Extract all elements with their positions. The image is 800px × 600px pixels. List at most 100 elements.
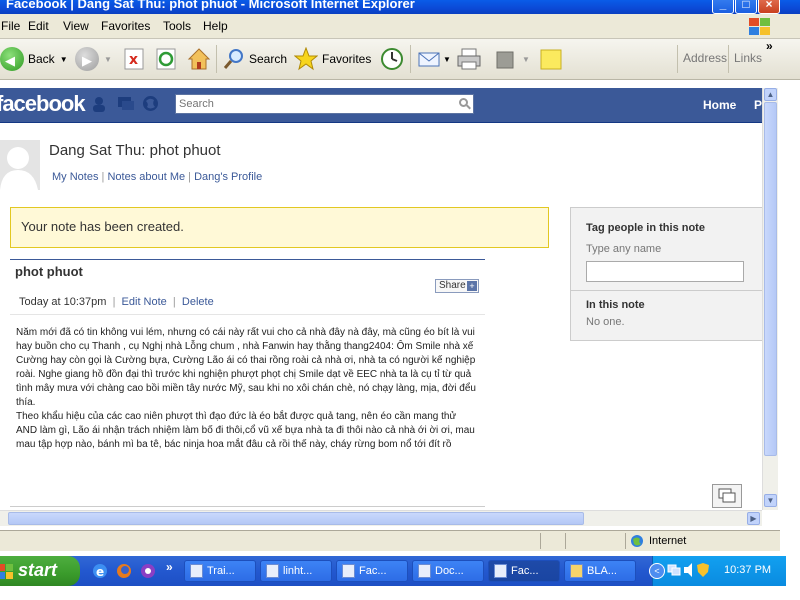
start-button[interactable]: start [0,556,80,586]
my-notes-link[interactable]: My Notes [52,171,98,183]
plus-icon: + [467,281,477,291]
ie-quicklaunch-icon[interactable]: e [92,563,108,579]
refresh-button[interactable] [155,45,177,73]
taskbar-item[interactable]: Doc... [412,560,484,582]
tray-expand-icon[interactable]: < [649,563,665,579]
search-input[interactable] [179,96,449,112]
menu-view[interactable]: View [63,19,89,33]
globe-icon [631,535,643,547]
messages-icon[interactable] [117,96,135,112]
taskbar-item[interactable]: Trai... [184,560,256,582]
menu-file[interactable]: File [1,19,20,33]
note-paragraph: Năm mới đã có tin không vui lém, nhưng c… [16,327,476,408]
share-button[interactable]: Share + [435,279,479,293]
search-button[interactable]: Search [222,45,287,73]
menu-help[interactable]: Help [203,19,228,33]
stop-button[interactable]: x [123,45,145,73]
facebook-logo[interactable]: facebook [0,91,86,117]
window-title-bar[interactable]: Facebook | Dang Sat Thu: phot phuot - Mi… [0,0,800,14]
scroll-right-button[interactable]: ▶ [747,512,760,525]
taskbar-item[interactable]: linht... [260,560,332,582]
media-quicklaunch-icon[interactable] [140,563,156,579]
friend-requests-icon[interactable] [92,96,106,112]
windows-logo-icon [749,18,770,35]
search-icon[interactable] [459,98,468,107]
close-window-button[interactable]: × [758,0,780,14]
divider [10,506,485,507]
toolbar-overflow-icon[interactable]: » [766,39,773,53]
taskbar-item[interactable]: BLA... [564,560,636,582]
shield-icon[interactable] [697,563,709,577]
chat-bubble-icon [718,488,736,503]
notes-nav: My Notes | Notes about Me | Dang's Profi… [52,171,263,183]
address-label[interactable]: Address [683,51,727,65]
magnifier-icon [223,49,243,69]
page-title: Dang Sat Thu: phot phuot [49,142,221,159]
mail-button[interactable]: ▼ [417,45,451,73]
delete-note-link[interactable]: Delete [182,296,214,308]
favorites-button[interactable]: Favorites [294,45,371,73]
menu-favorites[interactable]: Favorites [101,19,150,33]
volume-icon[interactable] [684,563,694,577]
success-notice: Your note has been created. [10,207,549,248]
toolbar-separator [728,45,729,73]
word-doc-icon [266,564,279,578]
default-avatar-icon [0,147,38,190]
scroll-down-button[interactable]: ▼ [764,494,777,507]
star-icon [294,47,318,71]
window-title: Facebook | Dang Sat Thu: phot phuot - Mi… [6,0,415,11]
avatar[interactable] [0,140,40,190]
quicklaunch-overflow-icon[interactable]: » [166,560,173,574]
status-divider [625,533,626,549]
chat-button[interactable] [712,484,742,508]
in-note-value: No one. [586,316,625,328]
notes-about-me-link[interactable]: Notes about Me [107,171,185,183]
search-box [175,94,474,114]
divider [10,314,485,315]
minimize-button[interactable]: _ [712,0,734,14]
chevron-down-icon: ▼ [443,54,451,64]
note-body: Năm mới đã có tin không vui lém, nhưng c… [16,326,476,452]
taskbar-item[interactable]: Fac... [336,560,408,582]
status-divider [565,533,566,549]
firefox-quicklaunch-icon[interactable] [116,563,132,579]
edit-note-link[interactable]: Edit Note [122,296,167,308]
svg-text:x: x [129,52,138,68]
divider [571,290,763,291]
back-arrow-icon: ◀ [0,47,24,71]
clock[interactable]: 10:37 PM [724,564,771,576]
print-button[interactable] [456,45,482,73]
back-button[interactable]: ◀ Back ▼ [0,45,68,73]
links-label[interactable]: Links [734,51,762,65]
printer-icon [457,48,481,70]
window-icon [190,564,203,578]
scroll-up-button[interactable]: ▲ [764,88,777,101]
profile-link[interactable]: Dang's Profile [194,171,262,183]
notifications-globe-icon[interactable] [142,95,159,112]
home-link[interactable]: Home [703,98,736,112]
folder-icon [570,564,583,578]
home-button[interactable] [187,45,211,73]
horizontal-scrollbar[interactable]: ▶ [0,510,762,526]
word-doc-icon [418,564,431,578]
horizontal-scroll-thumb[interactable] [8,512,584,525]
window-icon [342,564,355,578]
mail-icon [418,52,440,67]
taskbar: start e » Trai... linht... Fac... Doc...… [0,556,786,586]
taskbar-item-active[interactable]: Fac... [488,560,560,582]
network-icon[interactable] [667,563,681,577]
notes-button[interactable] [539,45,563,73]
tag-name-input[interactable] [586,261,744,282]
edit-button[interactable]: ▼ [494,45,530,73]
menu-tools[interactable]: Tools [163,19,191,33]
forward-button[interactable]: ▶ ▼ [75,45,112,73]
note-title: phot phuot [15,264,83,279]
vertical-scroll-thumb[interactable] [764,102,777,456]
edit-page-icon [496,51,514,69]
history-button[interactable] [379,45,405,73]
profile-link-truncated[interactable]: P [754,98,762,112]
menu-edit[interactable]: Edit [28,19,49,33]
toolbar-separator [216,45,217,73]
vertical-scrollbar[interactable]: ▲ ▼ [762,88,778,510]
maximize-button[interactable]: □ [735,0,757,14]
